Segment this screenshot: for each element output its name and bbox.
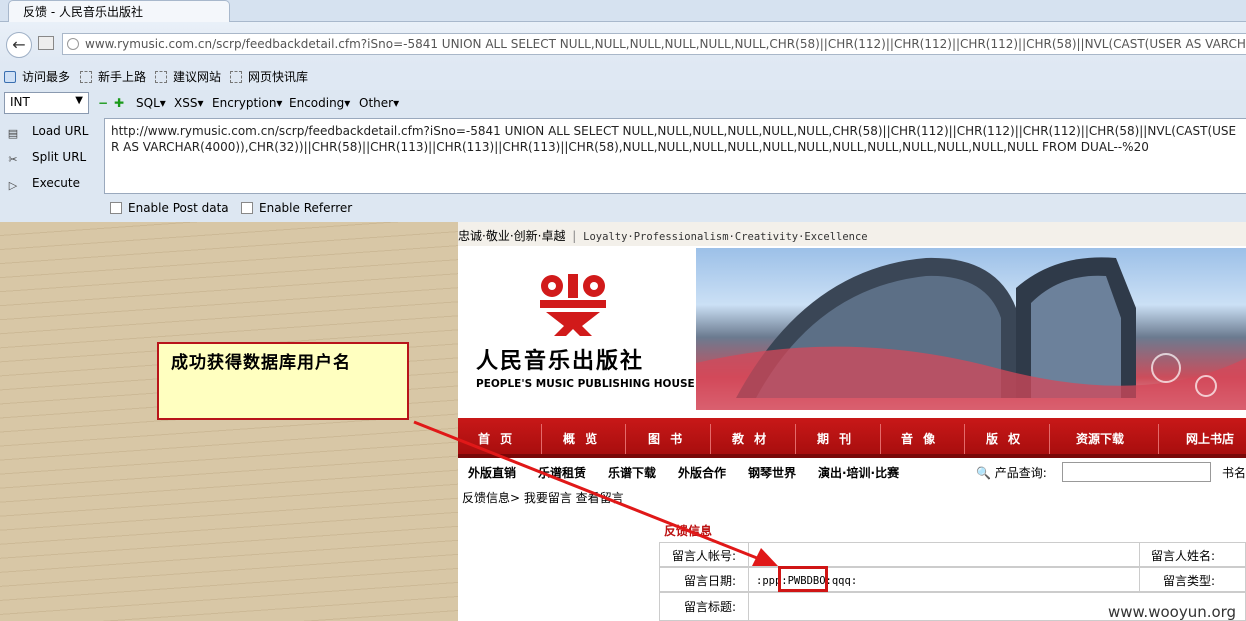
type-select-value: INT xyxy=(10,95,30,109)
play-icon: ▷ xyxy=(8,179,18,192)
load-url-button[interactable]: ▤ Load URL xyxy=(4,124,89,141)
menu-divider xyxy=(1049,424,1050,454)
logo-chinese-name: 人民音乐出版社 xyxy=(476,348,645,374)
back-arrow-icon: ← xyxy=(12,35,26,54)
name-label: 留言人姓名: xyxy=(1151,549,1216,563)
url-textarea[interactable]: http://www.rymusic.com.cn/scrp/feedbackd… xyxy=(104,118,1246,194)
menu-divider xyxy=(964,424,965,454)
page-icon xyxy=(38,36,54,50)
back-button[interactable]: ← xyxy=(6,32,32,58)
slogan-cn: 忠诚·敬业·创新·卓越 xyxy=(458,229,566,243)
globe-icon xyxy=(67,38,79,50)
date-label: 留言日期: xyxy=(684,574,737,588)
bookmark-most-visited[interactable]: 访问最多 xyxy=(4,68,70,85)
bookmark-icon xyxy=(4,71,16,83)
bookmark-web-slice-gallery[interactable]: 网页快讯库 xyxy=(230,68,308,85)
bookmark-label: 网页快讯库 xyxy=(248,70,309,84)
scissors-icon: ✂ xyxy=(8,153,18,166)
type-select[interactable]: INT ▼ xyxy=(4,92,89,114)
building-photo xyxy=(696,248,1246,410)
menu-online-store[interactable]: 网上书店 xyxy=(1186,430,1234,447)
execute-button[interactable]: ▷ Execute xyxy=(4,176,80,193)
subject-label: 留言标题: xyxy=(684,600,737,614)
slogan-en: Loyalty·Professionalism·Creativity·Excel… xyxy=(583,231,868,243)
bookmark-icon xyxy=(230,71,242,83)
cell-divider xyxy=(1139,542,1140,567)
bookmark-label: 建议网站 xyxy=(173,70,222,84)
checkbox-box xyxy=(241,202,253,214)
product-search-text: 产品查询: xyxy=(994,466,1047,480)
chevron-down-icon: ▼ xyxy=(75,95,83,106)
bookmark-icon xyxy=(155,71,167,83)
bookmark-suggested-sites[interactable]: 建议网站 xyxy=(155,68,221,85)
menu-copyright[interactable]: 版 权 xyxy=(986,430,1023,447)
subnav-performance[interactable]: 演出·培训·比赛 xyxy=(818,464,899,481)
plus-icon[interactable]: ✚ xyxy=(114,96,124,110)
menu-journals[interactable]: 期 刊 xyxy=(817,430,854,447)
cell-divider xyxy=(748,592,749,621)
split-url-label: Split URL xyxy=(32,150,87,164)
menu-divider xyxy=(880,424,881,454)
product-search-label: 🔍 产品查询: xyxy=(976,464,1047,481)
split-url-button[interactable]: ✂ Split URL xyxy=(4,150,86,167)
checkbox-box xyxy=(110,202,122,214)
menu-other[interactable]: Other▾ xyxy=(359,96,399,110)
browser-tab[interactable]: 反馈 - 人民音乐出版社 xyxy=(8,0,230,22)
address-bar[interactable]: www.rymusic.com.cn/scrp/feedbackdetail.c… xyxy=(62,33,1246,55)
logo-english-name: PEOPLE'S MUSIC PUBLISHING HOUSE xyxy=(476,378,695,390)
slogan-separator: | xyxy=(572,229,577,243)
sheet-music-background xyxy=(0,222,458,621)
menu-divider xyxy=(795,424,796,454)
type-label: 留言类型: xyxy=(1163,574,1216,588)
minus-icon[interactable]: − xyxy=(98,96,108,110)
menu-encryption[interactable]: Encryption▾ xyxy=(212,96,282,110)
annotation-arrow xyxy=(413,420,778,566)
bookmark-label: 新手上路 xyxy=(98,70,147,84)
publisher-logo-mark xyxy=(540,274,606,336)
product-search-input[interactable] xyxy=(1062,462,1211,482)
bookmark-label: 访问最多 xyxy=(22,70,71,84)
cell-divider xyxy=(748,567,749,592)
load-url-icon: ▤ xyxy=(7,127,19,140)
enable-referrer-checkbox[interactable]: Enable Referrer xyxy=(241,201,352,215)
enable-referrer-label: Enable Referrer xyxy=(259,201,353,215)
load-url-label: Load URL xyxy=(32,124,89,138)
menu-encoding[interactable]: Encoding▾ xyxy=(289,96,350,110)
site-slogan: 忠诚·敬业·创新·卓越 | Loyalty·Professionalism·Cr… xyxy=(458,222,1246,246)
annotation-callout: 成功获得数据库用户名 xyxy=(157,342,409,420)
execute-label: Execute xyxy=(32,176,80,190)
menu-divider xyxy=(1158,424,1159,454)
bookmark-icon xyxy=(80,71,92,83)
menu-audio-video[interactable]: 音 像 xyxy=(901,430,938,447)
menu-xss[interactable]: XSS▾ xyxy=(174,96,203,110)
watermark: www.wooyun.org xyxy=(1108,603,1237,621)
tab-title: 反馈 - 人民音乐出版社 xyxy=(23,5,143,19)
address-text: www.rymusic.com.cn/scrp/feedbackdetail.c… xyxy=(85,37,1246,51)
bookmark-getting-started[interactable]: 新手上路 xyxy=(80,68,146,85)
cell-divider xyxy=(1139,567,1140,592)
book-name-label: 书名 xyxy=(1222,466,1246,480)
menu-sql[interactable]: SQL▾ xyxy=(136,96,166,110)
search-icon: 🔍 xyxy=(976,466,991,480)
enable-post-checkbox[interactable]: Enable Post data xyxy=(110,201,229,215)
enable-post-label: Enable Post data xyxy=(128,201,229,215)
menu-downloads[interactable]: 资源下载 xyxy=(1076,430,1124,447)
